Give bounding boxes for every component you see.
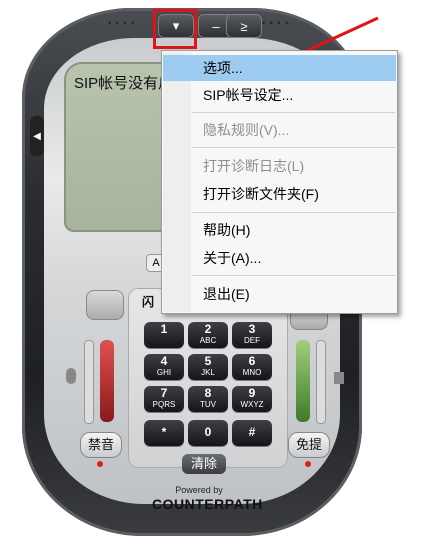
menu-separator bbox=[192, 112, 395, 113]
key-3[interactable]: 3 DEF bbox=[232, 322, 272, 348]
menu-item-exit[interactable]: 退出(E) bbox=[163, 281, 396, 307]
key-star[interactable]: * bbox=[144, 420, 184, 446]
key-9[interactable]: 9 WXYZ bbox=[232, 386, 272, 412]
key-2[interactable]: 2 ABC bbox=[188, 322, 228, 348]
clear-button[interactable]: 清除 bbox=[182, 454, 226, 474]
menu-item-sip-account-settings[interactable]: SIP帐号设定... bbox=[163, 82, 396, 108]
speaker-icon bbox=[334, 372, 344, 384]
brand-logo-text: COUNTERPATH bbox=[152, 496, 263, 512]
mute-button[interactable]: 禁音 bbox=[80, 432, 122, 458]
grip-dots-left: • • • • bbox=[108, 18, 136, 28]
main-dropdown-menu: 选项... SIP帐号设定... 隐私规则(V)... 打开诊断日志(L) 打开… bbox=[161, 50, 398, 314]
compact-view-button[interactable]: ≥ bbox=[226, 14, 262, 38]
mic-level-meter bbox=[100, 340, 114, 422]
menu-item-options[interactable]: 选项... bbox=[163, 55, 396, 81]
speaker-level-meter bbox=[296, 340, 310, 422]
menu-separator bbox=[192, 147, 395, 148]
mic-volume-slider[interactable] bbox=[84, 340, 94, 424]
key-8[interactable]: 8 TUV bbox=[188, 386, 228, 412]
side-expand-handle[interactable]: ◀ bbox=[30, 116, 44, 156]
compact-icon: ≥ bbox=[240, 18, 248, 34]
mute-led bbox=[97, 461, 103, 467]
key-5[interactable]: 5 JKL bbox=[188, 354, 228, 380]
key-0[interactable]: 0 bbox=[188, 420, 228, 446]
key-6[interactable]: 6 MNO bbox=[232, 354, 272, 380]
key-7[interactable]: 7 PQRS bbox=[144, 386, 184, 412]
speakerphone-led bbox=[305, 461, 311, 467]
menu-item-about[interactable]: 关于(A)... bbox=[163, 245, 396, 271]
lcd-status-text: SIP帐号没有启 bbox=[74, 75, 174, 92]
key-1[interactable]: 1 bbox=[144, 322, 184, 348]
key-4[interactable]: 4 GHI bbox=[144, 354, 184, 380]
speakerphone-button[interactable]: 免提 bbox=[288, 432, 330, 458]
microphone-icon bbox=[66, 368, 76, 384]
annotation-highlight-box bbox=[153, 9, 197, 49]
menu-item-privacy-rules[interactable]: 隐私规则(V)... bbox=[163, 117, 396, 143]
speaker-volume-slider[interactable] bbox=[316, 340, 326, 424]
menu-separator bbox=[192, 212, 395, 213]
call-button[interactable] bbox=[86, 290, 124, 320]
menu-item-open-diagnostic-log[interactable]: 打开诊断日志(L) bbox=[163, 153, 396, 179]
menu-separator bbox=[192, 275, 395, 276]
powered-by-text: Powered by bbox=[175, 485, 223, 495]
menu-item-help[interactable]: 帮助(H) bbox=[163, 217, 396, 243]
minimize-icon: – bbox=[212, 18, 220, 34]
key-hash[interactable]: # bbox=[232, 420, 272, 446]
menu-item-open-diagnostic-folder[interactable]: 打开诊断文件夹(F) bbox=[163, 181, 396, 207]
